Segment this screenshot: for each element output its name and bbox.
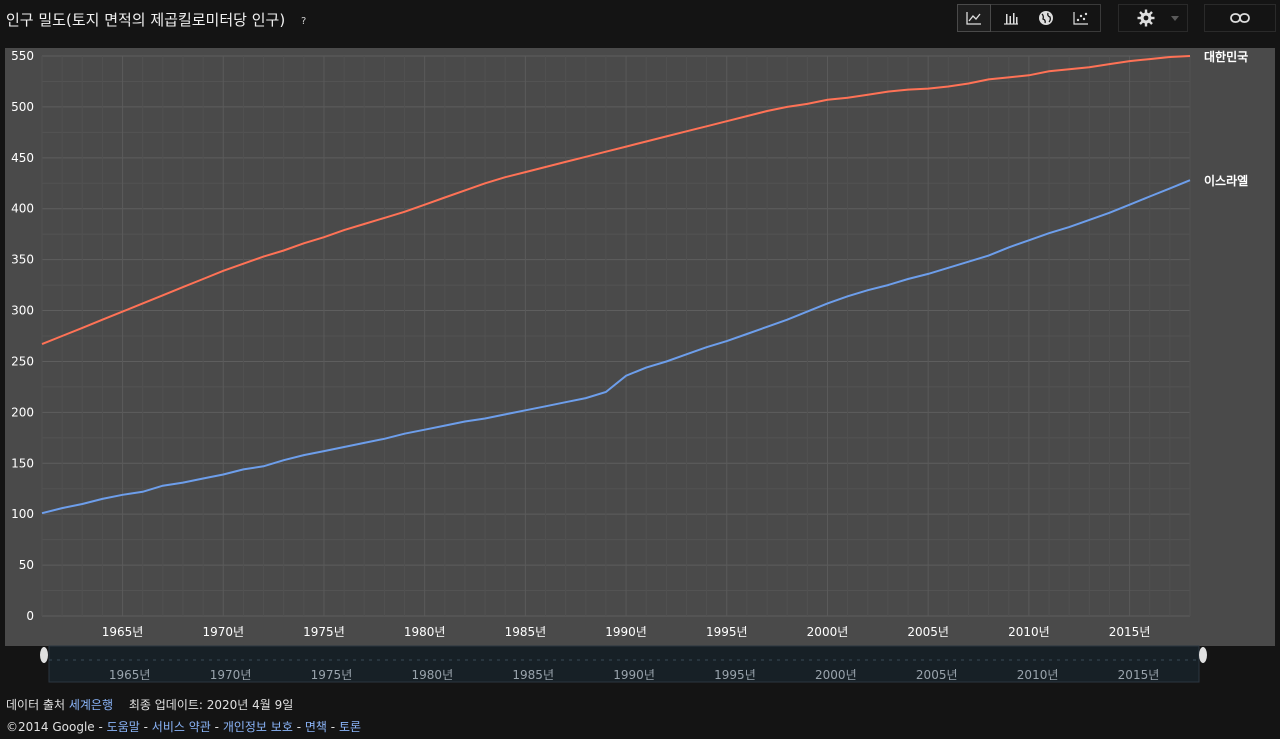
navigator-tick-label: 1985년 — [512, 668, 554, 682]
y-tick-label: 550 — [11, 49, 34, 63]
x-tick-label: 1975년 — [303, 625, 345, 639]
x-tick-label: 2010년 — [1008, 625, 1050, 639]
privacy-link[interactable]: 개인정보 보호 — [223, 720, 293, 734]
line-chart-icon[interactable] — [957, 4, 991, 32]
navigator-tick-label: 1980년 — [412, 668, 454, 682]
navigator-left-handle — [40, 647, 48, 663]
copyright: ©2014 Google — [6, 720, 95, 734]
y-tick-label: 50 — [19, 558, 34, 572]
discussion-link[interactable]: 토론 — [339, 720, 361, 734]
x-tick-label: 2015년 — [1109, 625, 1151, 639]
x-tick-label: 2005년 — [907, 625, 949, 639]
y-tick-label: 500 — [11, 100, 34, 114]
range-navigator[interactable]: 1965년 1970년 1975년 1980년 1985년 1990년 1995년 2000년… — [40, 645, 1207, 683]
caret-down-icon[interactable] — [1160, 4, 1190, 32]
scatter-icon[interactable] — [1064, 4, 1098, 32]
y-tick-label: 450 — [11, 151, 34, 165]
line-chart: 050100150200250300350400450500550 1965년 1… — [5, 48, 1275, 683]
y-tick-label: 300 — [11, 304, 34, 318]
y-tick-label: 250 — [11, 354, 34, 368]
x-tick-label: 2000년 — [807, 625, 849, 639]
y-tick-label: 0 — [26, 609, 34, 623]
navigator-tick-label: 1995년 — [714, 668, 756, 682]
x-tick-label: 1965년 — [102, 625, 144, 639]
navigator-tick-label: 1975년 — [311, 668, 353, 682]
source-line: 데이터 출처 세계은행 최종 업데이트: 2020년 4월 9일 — [6, 696, 293, 713]
navigator-tick-label: 2015년 — [1118, 668, 1160, 682]
navigator-tick-label: 1965년 — [109, 668, 151, 682]
globe-icon[interactable] — [1029, 4, 1063, 32]
navigator-right-handle — [1199, 647, 1207, 663]
y-tick-label: 200 — [11, 405, 34, 419]
y-tick-label: 150 — [11, 456, 34, 470]
help-icon[interactable]: ? — [301, 16, 306, 27]
source-prefix: 데이터 출처 — [6, 698, 66, 712]
navigator-tick-label: 1970년 — [210, 668, 252, 682]
navigator-tick-label: 1990년 — [613, 668, 655, 682]
x-tick-label: 1985년 — [505, 625, 547, 639]
x-tick-label: 1995년 — [706, 625, 748, 639]
page-title: 인구 밀도(토지 면적의 제곱킬로미터당 인구) — [6, 11, 286, 29]
link-icon[interactable] — [1223, 4, 1257, 32]
x-tick-label: 1970년 — [202, 625, 244, 639]
bar-chart-icon[interactable] — [994, 4, 1028, 32]
navigator-tick-label: 2005년 — [916, 668, 958, 682]
y-tick-label: 400 — [11, 202, 34, 216]
x-tick-label: 1990년 — [605, 625, 647, 639]
last-updated: 최종 업데이트: 2020년 4월 9일 — [128, 698, 294, 712]
series-label: 이스라엘 — [1204, 173, 1248, 188]
y-tick-label: 100 — [11, 507, 34, 521]
navigator-tick-label: 2000년 — [815, 668, 857, 682]
plot-background — [5, 48, 1275, 646]
terms-link[interactable]: 서비스 약관 — [152, 720, 211, 734]
y-tick-label: 350 — [11, 253, 34, 267]
chart-area: 0 50 100 150 200 250 300 350 400 450 500 550 1965년 1… — [0, 44, 1280, 684]
top-bar: 인구 밀도(토지 면적의 제곱킬로미터당 인구) ? — [0, 0, 1280, 44]
gear-icon[interactable] — [1129, 4, 1163, 32]
series-label: 대한민국 — [1204, 49, 1248, 64]
source-link[interactable]: 세계은행 — [69, 698, 113, 712]
x-tick-label: 1980년 — [404, 625, 446, 639]
navigator-tick-label: 2010년 — [1017, 668, 1059, 682]
footer-links: ©2014 Google - 도움말 - 서비스 약관 - 개인정보 보호 - … — [6, 720, 362, 734]
help-link[interactable]: 도움말 — [107, 720, 140, 734]
disclaimer-link[interactable]: 면책 — [305, 720, 327, 734]
